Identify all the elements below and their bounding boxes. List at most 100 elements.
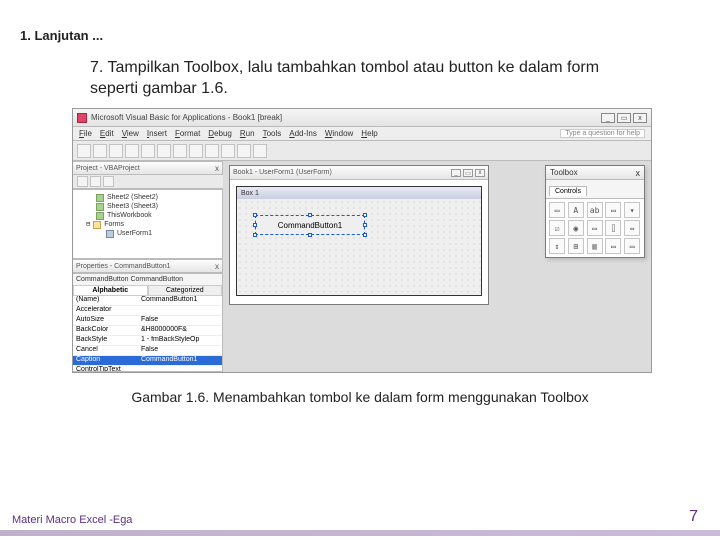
property-value[interactable]: False	[138, 316, 222, 325]
tree-item-userform1[interactable]: UserForm1	[117, 229, 152, 238]
toolbar-button[interactable]	[173, 144, 187, 158]
commandbutton-control[interactable]: CommandButton1	[255, 215, 365, 235]
property-value[interactable]	[138, 366, 222, 372]
property-row[interactable]: CancelFalse	[73, 346, 222, 356]
resize-handle[interactable]	[308, 213, 312, 217]
userform-canvas[interactable]: Box 1 CommandButton1	[236, 186, 482, 296]
close-icon[interactable]: x	[636, 168, 641, 178]
toolbar-button[interactable]	[103, 176, 114, 187]
toolbar-button[interactable]	[90, 176, 101, 187]
minimize-icon[interactable]: _	[601, 113, 615, 123]
toolbar-button[interactable]	[237, 144, 251, 158]
properties-object-selector[interactable]: CommandButton CommandButton	[73, 274, 222, 286]
property-row[interactable]: BackStyle1 - fmBackStyleOp	[73, 336, 222, 346]
resize-handle[interactable]	[363, 223, 367, 227]
toolbox-control-icon[interactable]: ▭	[587, 220, 603, 236]
toolbar-button[interactable]	[157, 144, 171, 158]
form-window-title: Book1 - UserForm1 (UserForm)	[233, 169, 332, 176]
property-row[interactable]: Accelerator	[73, 306, 222, 316]
property-row[interactable]: (Name)CommandButton1	[73, 296, 222, 306]
tree-item-sheet2[interactable]: Sheet2 (Sheet2)	[107, 193, 158, 202]
property-value[interactable]: False	[138, 346, 222, 355]
property-row[interactable]: BackColor&H8000000F&	[73, 326, 222, 336]
toolbox-control-icon[interactable]: ▭	[549, 202, 565, 218]
maximize-icon[interactable]: ▭	[463, 169, 473, 177]
resize-handle[interactable]	[253, 223, 257, 227]
resize-handle[interactable]	[363, 213, 367, 217]
property-value[interactable]: 1 - fmBackStyleOp	[138, 336, 222, 345]
close-icon[interactable]: x	[475, 169, 485, 177]
slide-heading: 1. Lanjutan ...	[20, 28, 103, 43]
toolbox-control-icon[interactable]: ▭	[624, 238, 640, 254]
property-name: AutoSize	[73, 316, 138, 325]
toolbar-button[interactable]	[205, 144, 219, 158]
property-row[interactable]: CaptionCommandButton1	[73, 356, 222, 366]
menu-debug[interactable]: Debug	[208, 129, 232, 138]
project-explorer[interactable]: Sheet2 (Sheet2) Sheet3 (Sheet3) ThisWork…	[73, 189, 223, 259]
toolbar-button[interactable]	[93, 144, 107, 158]
toolbar-button[interactable]	[77, 144, 91, 158]
resize-handle[interactable]	[308, 233, 312, 237]
tree-item-sheet3[interactable]: Sheet3 (Sheet3)	[107, 202, 158, 211]
toolbar-button[interactable]	[141, 144, 155, 158]
toolbox-tab-controls[interactable]: Controls	[549, 186, 587, 196]
toolbox-palette[interactable]: Toolbox x Controls ▭Aab▭▾☑◉▭⌷⇔↕⊞▥▭▭	[545, 165, 645, 258]
toolbox-control-icon[interactable]: ▭	[605, 202, 621, 218]
tab-alphabetic[interactable]: Alphabetic	[73, 286, 148, 296]
menu-view[interactable]: View	[122, 129, 139, 138]
toolbox-control-icon[interactable]: ↕	[549, 238, 565, 254]
toolbox-control-icon[interactable]: ▭	[605, 238, 621, 254]
menu-tools[interactable]: Tools	[263, 129, 282, 138]
toolbar-button[interactable]	[221, 144, 235, 158]
toolbox-control-icon[interactable]: ⊞	[568, 238, 584, 254]
toolbar	[73, 141, 651, 161]
menu-format[interactable]: Format	[175, 129, 200, 138]
toolbox-control-icon[interactable]: ◉	[568, 220, 584, 236]
toolbox-control-icon[interactable]: ▾	[624, 202, 640, 218]
tree-item-thisworkbook[interactable]: ThisWorkbook	[107, 211, 152, 220]
form-designer-window[interactable]: Book1 - UserForm1 (UserForm) _ ▭ x Box 1…	[229, 165, 489, 305]
toolbar-button[interactable]	[189, 144, 203, 158]
help-search[interactable]: Type a question for help	[560, 129, 645, 138]
tree-folder-forms[interactable]: Forms	[104, 220, 124, 229]
maximize-icon[interactable]: ▭	[617, 113, 631, 123]
menu-run[interactable]: Run	[240, 129, 255, 138]
toolbar-button[interactable]	[109, 144, 123, 158]
tab-categorized[interactable]: Categorized	[148, 286, 223, 296]
menu-file[interactable]: File	[79, 129, 92, 138]
toolbox-control-icon[interactable]: ☑	[549, 220, 565, 236]
footer-source: Materi Macro Excel -Ega	[12, 514, 132, 526]
property-name: Cancel	[73, 346, 138, 355]
menu-insert[interactable]: Insert	[147, 129, 167, 138]
close-icon[interactable]: x	[633, 113, 647, 123]
close-icon[interactable]: x	[215, 164, 219, 173]
property-name: Accelerator	[73, 306, 138, 315]
toolbox-control-icon[interactable]: ⌷	[605, 220, 621, 236]
resize-handle[interactable]	[253, 233, 257, 237]
toolbar-button[interactable]	[125, 144, 139, 158]
resize-handle[interactable]	[363, 233, 367, 237]
minimize-icon[interactable]: _	[451, 169, 461, 177]
close-icon[interactable]: x	[215, 262, 219, 271]
toolbox-control-icon[interactable]: ab	[587, 202, 603, 218]
menu-edit[interactable]: Edit	[100, 129, 114, 138]
sheet-icon	[96, 212, 104, 220]
toolbox-control-icon[interactable]: ▥	[587, 238, 603, 254]
menu-window[interactable]: Window	[325, 129, 353, 138]
toolbar-button[interactable]	[77, 176, 88, 187]
menu-help[interactable]: Help	[361, 129, 377, 138]
property-value[interactable]: CommandButton1	[138, 296, 222, 305]
property-value[interactable]	[138, 306, 222, 315]
toolbox-control-icon[interactable]: ⇔	[624, 220, 640, 236]
project-explorer-title: Project - VBAProject x	[73, 161, 223, 175]
property-value[interactable]: CommandButton1	[138, 356, 222, 365]
toolbox-control-icon[interactable]: A	[568, 202, 584, 218]
toolbar-button[interactable]	[253, 144, 267, 158]
menu-addins[interactable]: Add-Ins	[289, 129, 317, 138]
property-name: Caption	[73, 356, 138, 365]
property-value[interactable]: &H8000000F&	[138, 326, 222, 335]
property-row[interactable]: ControlTipText	[73, 366, 222, 372]
sheet-icon	[96, 203, 104, 211]
resize-handle[interactable]	[253, 213, 257, 217]
property-row[interactable]: AutoSizeFalse	[73, 316, 222, 326]
